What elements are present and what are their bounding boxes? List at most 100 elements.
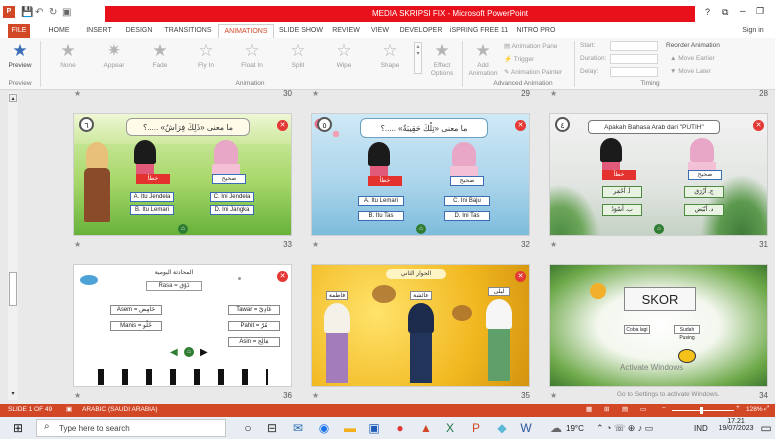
scroll-up-icon[interactable]: ▴	[9, 94, 17, 102]
animation-float-in-button[interactable]: ☆ Float In	[234, 40, 270, 76]
normal-view-icon[interactable]: ▦	[586, 405, 592, 413]
star-burst-icon: ✷	[106, 41, 122, 60]
effect-options-button[interactable]: ★ Effect Options	[426, 40, 458, 77]
slide-thumbnail-35[interactable]: الحوار الثاني ✕ فاطمة عائشة ليلى	[311, 264, 530, 387]
search-icon: ⌕	[44, 421, 50, 432]
tab-view[interactable]: VIEW	[366, 24, 394, 38]
clock-time: 17.21	[727, 418, 745, 425]
tab-transitions[interactable]: TRANSITIONS	[160, 24, 216, 38]
word-icon[interactable]: W	[518, 420, 534, 436]
tab-developer[interactable]: DEVELOPER	[398, 24, 444, 38]
tab-slide-show[interactable]: SLIDE SHOW	[276, 24, 326, 38]
move-earlier-button[interactable]: ▲ Move Earlier	[670, 55, 715, 62]
undo-icon[interactable]: ↶	[35, 7, 43, 18]
character-teacher-body	[84, 168, 110, 222]
group-advanced-animation-label: Advanced Animation	[493, 80, 553, 87]
duration-input[interactable]	[610, 54, 658, 64]
help-button[interactable]: ?	[705, 7, 710, 17]
score-box-done: Sudah Pusing	[674, 325, 700, 341]
question-text: Apakah Bahasa Arab dari "PUTIH"	[588, 120, 720, 134]
animation-gallery-scroll[interactable]: ▴ ▾	[414, 42, 422, 74]
start-from-beginning-icon[interactable]: ▣	[62, 7, 71, 18]
save-icon[interactable]: 💾	[21, 7, 33, 18]
system-tray-icons[interactable]: ⌃ ◔ ☏ ⊕ ♪ ▭	[596, 423, 653, 434]
animation-painter-button[interactable]: ✎ Animation Painter	[504, 68, 562, 76]
slide-thumbnail-34[interactable]: SKOR Coba lagi Sudah Pusing Activate Win…	[549, 264, 768, 387]
zoom-slider[interactable]	[672, 410, 734, 411]
weather-temp[interactable]: 19°C	[566, 424, 584, 433]
tab-design[interactable]: DESIGN	[120, 24, 158, 38]
slide-thumbnail-32[interactable]: ٥ ما معنى «تِلْكَ حَقِيبَةٌ» .....؟ ✕ خط…	[311, 113, 530, 236]
preview-button[interactable]: ★ Preview	[4, 40, 36, 76]
spell-check-icon[interactable]: ▣	[66, 405, 72, 413]
sign-in-link[interactable]: Sign in	[738, 24, 768, 38]
animation-split-button[interactable]: ☆ Split	[280, 40, 316, 76]
animation-pane-button[interactable]: ▤ Animation Pane	[504, 42, 557, 50]
windows-start-icon[interactable]: ⊞	[10, 420, 26, 436]
tab-file[interactable]: FILE	[8, 24, 30, 38]
redo-icon[interactable]: ↻	[49, 7, 57, 18]
slide-sorter-icon[interactable]: ⊞	[604, 405, 609, 413]
widgets-icon[interactable]: ⊟	[264, 420, 280, 436]
tab-animations[interactable]: ANIMATIONS	[218, 24, 274, 38]
ribbon-display-icon[interactable]: ⧉	[722, 7, 728, 18]
start-dropdown[interactable]	[610, 41, 658, 51]
animation-star-icon: ★	[312, 89, 320, 98]
trigger-button[interactable]: ⚡ Trigger	[504, 55, 534, 63]
tab-review[interactable]: REVIEW	[328, 24, 364, 38]
zoom-out-button[interactable]: –	[662, 404, 666, 411]
input-language[interactable]: IND	[694, 424, 708, 433]
lightning-icon: ⚡	[504, 56, 514, 63]
animation-none-button[interactable]: ★ None	[50, 40, 86, 76]
tab-ispring[interactable]: iSPRING FREE 11	[448, 24, 510, 38]
slide-thumbnail-31[interactable]: ٤ Apakah Bahasa Arab dari "PUTIH" ✕ خطأ …	[549, 113, 768, 236]
store-icon[interactable]: ▣	[366, 420, 382, 436]
reading-view-icon[interactable]: ▤	[622, 405, 628, 413]
animation-split-label: Split	[291, 62, 305, 69]
language-indicator[interactable]: ARABIC (SAUDI ARABIA)	[82, 406, 158, 413]
add-animation-button[interactable]: ★ Add Animation	[466, 40, 500, 77]
taskbar-search-input[interactable]: Type here to search	[36, 419, 226, 437]
animation-appear-button[interactable]: ✷ Appear	[96, 40, 132, 76]
delay-input[interactable]	[610, 67, 658, 77]
scroll-down-icon[interactable]: ▾	[9, 390, 17, 398]
animation-wipe-label: Wipe	[336, 62, 352, 69]
weather-icon[interactable]: ☁	[548, 420, 564, 436]
edge-browser-icon[interactable]: ◉	[316, 420, 332, 436]
powerpoint-icon[interactable]: P	[468, 420, 484, 436]
powerpoint-logo-icon: P	[3, 6, 15, 18]
chrome-icon[interactable]: ●	[392, 420, 408, 436]
restore-button[interactable]: ❐	[756, 6, 764, 17]
fit-slide-icon[interactable]: ⤢	[764, 405, 769, 413]
notifications-icon[interactable]: ▭	[758, 420, 774, 436]
tab-nitro-pro[interactable]: NITRO PRO	[514, 24, 558, 38]
tab-home[interactable]: HOME	[42, 24, 76, 38]
slide-show-icon[interactable]: ▭	[640, 405, 646, 413]
star-icon: ☆	[198, 41, 214, 60]
slide-thumbnail-33[interactable]: ٦ ما معنى «ذَلِكَ فِرَاشٌ» .....؟ ✕ خطأ …	[73, 113, 292, 236]
scrollbar-thumb[interactable]	[9, 272, 17, 306]
slide-thumbnail-36[interactable]: المحادثة اليومية Rasa = ذَوْق ✕ Asem = ح…	[73, 264, 292, 387]
clock[interactable]: 17.21 19/07/2023	[716, 418, 756, 432]
app-icon[interactable]: ▲	[418, 420, 434, 436]
animation-fly-in-button[interactable]: ☆ Fly In	[188, 40, 224, 76]
zoom-level[interactable]: 128%	[746, 406, 763, 413]
animation-wipe-button[interactable]: ☆ Wipe	[326, 40, 362, 76]
animation-fade-button[interactable]: ★ Fade	[142, 40, 178, 76]
tab-insert[interactable]: INSERT	[80, 24, 118, 38]
move-later-button[interactable]: ▼ Move Later	[670, 68, 711, 75]
minimize-button[interactable]: –	[740, 6, 746, 17]
zoom-in-button[interactable]: +	[736, 404, 740, 411]
brush-icon: ✎	[504, 69, 511, 76]
file-explorer-icon[interactable]: ▬	[342, 420, 358, 436]
excel-icon[interactable]: X	[442, 420, 458, 436]
close-icon: ✕	[753, 120, 764, 131]
character-laila	[486, 299, 512, 329]
slide-number-29: 29	[521, 89, 530, 98]
vertical-scrollbar[interactable]: ▴ ▾	[8, 92, 18, 400]
mail-icon[interactable]: ✉	[290, 420, 306, 436]
task-view-icon[interactable]: ○	[240, 420, 256, 436]
animation-shape-button[interactable]: ☆ Shape	[372, 40, 408, 76]
app-icon[interactable]: ◆	[494, 420, 510, 436]
zoom-slider-thumb[interactable]	[700, 407, 703, 414]
